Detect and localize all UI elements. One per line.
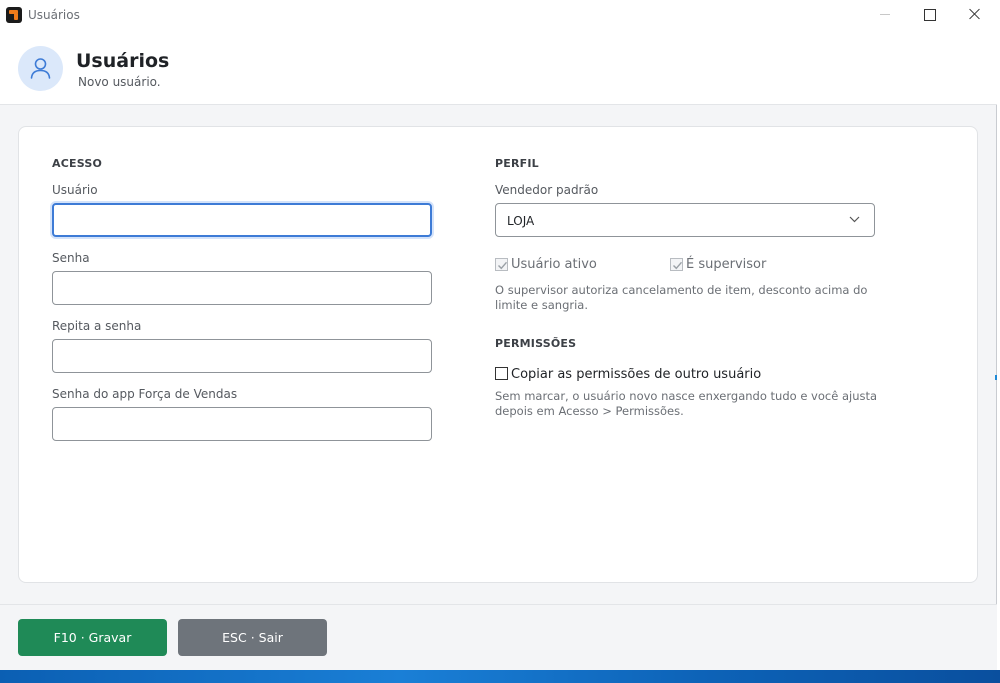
form-card: ACESSO Usuário Senha Repita a senha Senh… [18,126,978,583]
senha-label: Senha [52,251,90,265]
close-button[interactable] [952,0,998,30]
senha-input[interactable] [52,271,432,305]
page-title: Usuários [76,50,170,72]
user-icon [30,58,51,79]
vendedor-select-value: LOJA [507,214,535,228]
scrollbar-thumb[interactable] [995,375,997,380]
supervisor-label: É supervisor [686,257,767,272]
section-title-acesso: ACESSO [52,157,103,170]
minimize-button[interactable] [862,0,908,30]
exit-button[interactable]: ESC · Sair [178,619,327,656]
supervisor-hint: O supervisor autoriza cancelamento de it… [495,283,868,312]
chevron-down-icon [849,216,860,223]
avatar [18,46,63,91]
supervisor-checkbox[interactable] [670,258,683,271]
usuario-input[interactable] [52,203,432,237]
app-logo-icon [6,7,22,23]
page-header: Usuários Novo usuário. [0,30,997,105]
usuario-ativo-checkbox[interactable] [495,258,508,271]
window-title: Usuários [28,8,80,22]
usuario-ativo-label: Usuário ativo [511,257,597,272]
repita-senha-label: Repita a senha [52,319,142,333]
save-button[interactable]: F10 · Gravar [18,619,167,656]
checkmark-icon [673,261,683,270]
section-title-perfil: PERFIL [495,157,539,170]
copiar-permissoes-checkbox[interactable] [495,367,508,380]
desktop-taskbar [0,670,1000,683]
checkmark-icon [498,261,508,270]
app-window: Usuários Usuários Novo usuário. ACESSO U… [0,0,997,670]
vendedor-label: Vendedor padrão [495,183,599,197]
repita-senha-input[interactable] [52,339,432,373]
section-title-permissoes: PERMISSÕES [495,337,577,350]
usuario-label: Usuário [52,183,98,197]
maximize-button[interactable] [906,0,952,30]
footer-bar: F10 · Gravar ESC · Sair [0,604,997,670]
page-subtitle: Novo usuário. [78,75,161,89]
permissoes-hint: Sem marcar, o usuário novo nasce enxerga… [495,389,878,418]
app-senha-input[interactable] [52,407,432,441]
title-bar[interactable]: Usuários [0,0,997,30]
vendedor-select[interactable]: LOJA [495,203,875,237]
app-senha-label: Senha do app Força de Vendas [52,387,238,401]
copiar-permissoes-label: Copiar as permissões de outro usuário [511,367,762,382]
